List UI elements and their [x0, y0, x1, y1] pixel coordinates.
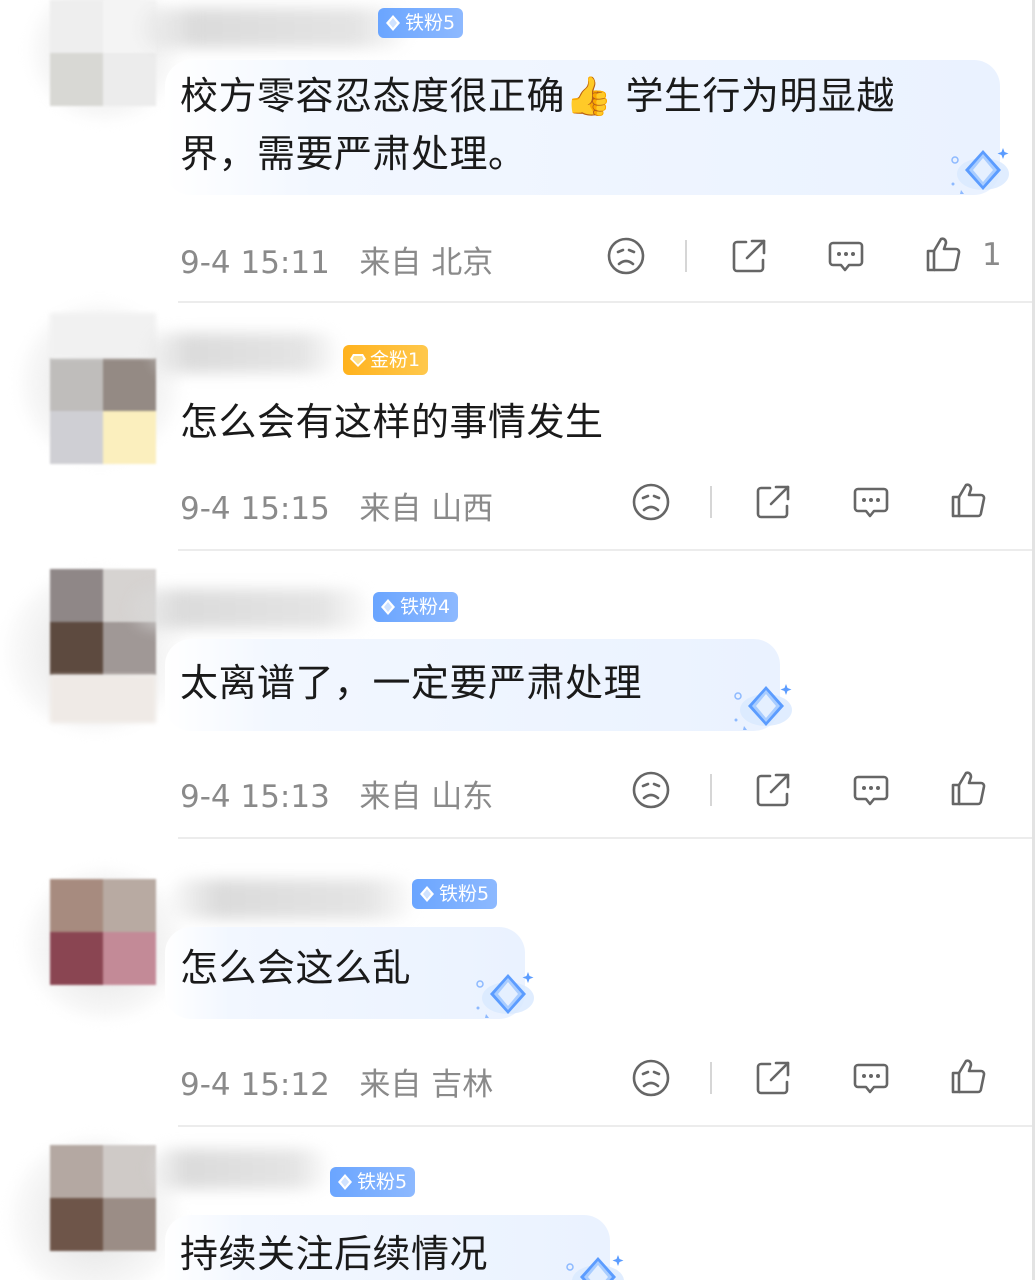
- comment-list-page: 铁粉5 校方零容忍态度很正确👍 学生行为明显越 界，需要严肃处理。 9-4 15…: [0, 0, 1035, 1280]
- bubble-gem-decoration-icon: [470, 964, 542, 1026]
- comment-icon[interactable]: [850, 1057, 892, 1099]
- username-redacted[interactable]: [140, 8, 410, 48]
- thumbs-up-icon[interactable]: [947, 767, 989, 809]
- diamond-icon: [336, 1173, 354, 1191]
- diamond-icon: [379, 598, 397, 616]
- sad-face-icon[interactable]: [630, 481, 672, 523]
- username-redacted[interactable]: [150, 1149, 330, 1189]
- sad-face-icon[interactable]: [605, 235, 647, 277]
- comment-meta: 9-4 15:13 来自 山东: [180, 771, 493, 816]
- comment-text: 太离谱了，一定要严肃处理: [180, 654, 642, 712]
- comment-time: 9-4 15:11: [180, 245, 330, 281]
- comment-location: 来自 山西: [359, 491, 494, 527]
- diamond-icon: [418, 885, 436, 903]
- thumbs-up-icon[interactable]: [922, 233, 964, 275]
- comment-text: 怎么会这么乱: [180, 939, 411, 997]
- bubble-gem-decoration-icon: [560, 1247, 632, 1280]
- action-separator: [710, 774, 712, 806]
- comment-text-line: 怎么会有这样的事情发生: [180, 400, 604, 444]
- comment-item: 铁粉5 怎么会这么乱 9-4 15:12 来自 吉林: [0, 839, 1035, 1127]
- comment-meta: 9-4 15:15 来自 山西: [180, 483, 493, 528]
- comment-meta: 9-4 15:11 来自 北京: [180, 237, 493, 282]
- fan-badge[interactable]: 铁粉5: [412, 879, 498, 909]
- fan-badge-label: 铁粉5: [405, 12, 456, 34]
- share-icon[interactable]: [752, 1057, 794, 1099]
- comment-time: 9-4 15:12: [180, 1067, 330, 1103]
- comment-icon[interactable]: [825, 235, 867, 277]
- share-icon[interactable]: [752, 769, 794, 811]
- fan-badge-label: 铁粉4: [400, 596, 451, 618]
- share-icon[interactable]: [728, 235, 770, 277]
- fan-badge[interactable]: 金粉1: [343, 345, 429, 375]
- action-separator: [710, 1062, 712, 1094]
- comment-text-line: 校方零容忍态度很正确👍 学生行为明显越: [180, 74, 895, 118]
- diamond-icon: [384, 14, 402, 32]
- sad-face-icon[interactable]: [630, 1057, 672, 1099]
- avatar[interactable]: [50, 0, 156, 106]
- fan-badge-label: 金粉1: [370, 349, 421, 371]
- comment-item: 铁粉4 太离谱了，一定要严肃处理 9-4 15:13 来自 山东: [0, 551, 1035, 839]
- comment-text-line: 太离谱了，一定要严肃处理: [180, 661, 643, 705]
- fan-badge-label: 铁粉5: [439, 883, 490, 905]
- comment-icon[interactable]: [850, 481, 892, 523]
- comment-text: 怎么会有这样的事情发生: [180, 393, 604, 451]
- avatar[interactable]: [50, 879, 156, 985]
- avatar-top-blur: [50, 313, 156, 358]
- fan-badge[interactable]: 铁粉4: [373, 592, 459, 622]
- username-redacted[interactable]: [130, 589, 370, 629]
- comment-text-line: 怎么会这么乱: [180, 946, 412, 990]
- comment-location: 来自 北京: [359, 245, 494, 281]
- comment-text: 校方零容忍态度很正确👍 学生行为明显越 界，需要严肃处理。: [180, 67, 895, 183]
- comment-text-line: 持续关注后续情况: [180, 1232, 489, 1276]
- fan-badge[interactable]: 铁粉5: [330, 1167, 416, 1197]
- action-separator: [710, 486, 712, 518]
- sad-face-icon[interactable]: [630, 769, 672, 811]
- comment-text: 持续关注后续情况: [180, 1225, 488, 1280]
- gem-icon: [349, 351, 367, 369]
- comment-item: 铁粉5 校方零容忍态度很正确👍 学生行为明显越 界，需要严肃处理。 9-4 15…: [0, 0, 1035, 303]
- share-icon[interactable]: [752, 481, 794, 523]
- comment-icon[interactable]: [850, 769, 892, 811]
- bubble-gem-decoration-icon: [945, 140, 1017, 202]
- avatar[interactable]: [50, 358, 156, 464]
- like-count: 1: [982, 237, 1002, 273]
- comment-location: 来自 吉林: [359, 1067, 494, 1103]
- thumbs-up-icon[interactable]: [947, 479, 989, 521]
- avatar[interactable]: [50, 1145, 156, 1251]
- comment-time: 9-4 15:15: [180, 491, 330, 527]
- comment-item: 金粉1 怎么会有这样的事情发生 9-4 15:15 来自 山西: [0, 303, 1035, 551]
- comment-time: 9-4 15:13: [180, 779, 330, 815]
- action-separator: [685, 240, 687, 272]
- fan-badge[interactable]: 铁粉5: [378, 8, 464, 38]
- comment-text-line: 界，需要严肃处理。: [180, 132, 527, 176]
- comment-location: 来自 山东: [359, 779, 494, 815]
- fan-badge-label: 铁粉5: [357, 1171, 408, 1193]
- thumbs-up-icon[interactable]: [947, 1055, 989, 1097]
- bubble-gem-decoration-icon: [728, 676, 800, 738]
- username-redacted[interactable]: [150, 333, 340, 373]
- avatar-bottom-blur: [50, 675, 156, 723]
- comment-item: 铁粉5 持续关注后续情况: [0, 1127, 1035, 1280]
- username-redacted[interactable]: [170, 879, 415, 919]
- comment-meta: 9-4 15:12 来自 吉林: [180, 1059, 493, 1104]
